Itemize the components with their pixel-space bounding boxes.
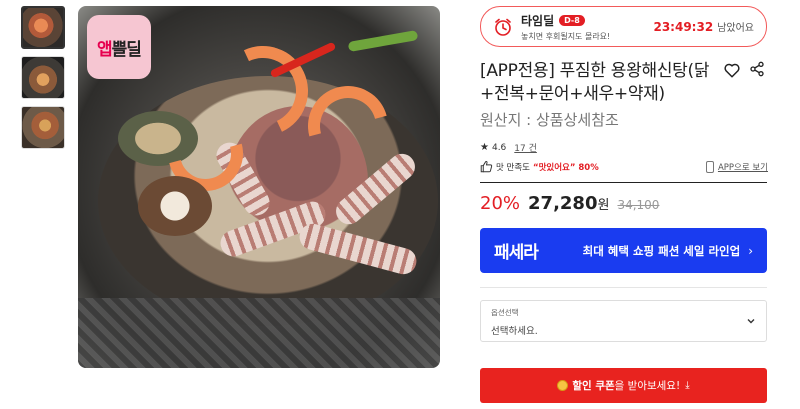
timedeal-timer-suffix: 남았어요 [717,23,754,34]
satisfaction-row: 맛 만족도 “맛있어요” 80% [480,160,599,173]
brand-badge: 앱쁠딜 [87,15,151,79]
mushroom-illustration [138,176,212,236]
phone-icon [705,161,714,173]
share-icon[interactable] [748,61,766,79]
option-value: 선택하세요. [491,326,538,337]
app-view-link[interactable]: APP으로 보기 [705,161,768,173]
timedeal-title: 타임딜 [521,13,555,28]
scallion-illustration [347,29,419,53]
rating-value: 4.6 [491,142,507,153]
banner-logo: 패세라 [494,243,539,263]
thumbnail-3[interactable] [21,106,65,149]
option-label: 옵션선택 [491,308,519,317]
promo-banner[interactable]: 패세라 최대 혜택 쇼핑 패션 세일 라인업 › [480,228,767,273]
alarm-clock-icon [493,17,513,37]
satisfaction-value: “맛있어요” 80% [532,162,599,173]
timedeal-box: 타임딜 D-8 놓치면 후회될지도 몰라요! 23:49:32 남았어요 [480,6,767,47]
dday-badge: D-8 [559,14,585,26]
coupon-text: 을 받아보세요! [614,380,681,392]
thumbnail-1[interactable] [21,6,65,49]
sale-price: 27,280 [528,193,598,214]
divider [480,287,767,288]
brand-badge-part1: 앱 [97,39,113,60]
coupon-button[interactable]: 할인 쿠폰 을 받아보세요! ⤓ [480,368,767,403]
product-main-image: 앱쁠딜 [78,6,440,368]
brand-badge-part2: 쁠딜 [111,39,142,60]
star-icon: ★ [480,142,489,153]
product-title: [APP전용] 푸짐한 용왕해신탕(닭+전복+문어+새우+약재) [480,61,710,104]
app-link-label: APP으로 보기 [717,163,768,173]
chevron-down-icon [747,319,755,324]
thumbnail-2[interactable] [21,56,65,99]
thumbnail-list [21,6,65,156]
banner-text: 최대 혜택 쇼핑 패션 세일 라인업 [582,243,741,258]
coin-icon [557,380,569,391]
discount-rate: 20% [480,193,521,214]
coupon-bold-text: 할인 쿠폰 [572,380,615,392]
timedeal-subtitle: 놓치면 후회될지도 몰라요! [521,31,611,41]
thumbs-up-icon [480,161,493,173]
wishlist-heart-icon[interactable] [723,61,741,79]
review-count-link[interactable]: 17 건 [514,141,537,154]
satisfaction-label: 맛 만족도 [496,162,530,173]
download-icon: ⤓ [685,380,690,391]
cloth-illustration [78,298,440,368]
original-price: 34,100 [617,198,660,212]
currency-unit: 원 [597,198,610,213]
divider [480,182,767,183]
rating-row: ★ 4.6 17 건 [480,141,537,154]
product-origin: 원산지 : 상품상세참조 [480,111,619,129]
chevron-right-icon: › [748,243,753,258]
price-row: 20% 27,280 원 34,100 [480,193,659,214]
timedeal-timer: 23:49:32 [653,20,714,34]
option-select[interactable]: 옵션선택 선택하세요. [480,300,767,342]
